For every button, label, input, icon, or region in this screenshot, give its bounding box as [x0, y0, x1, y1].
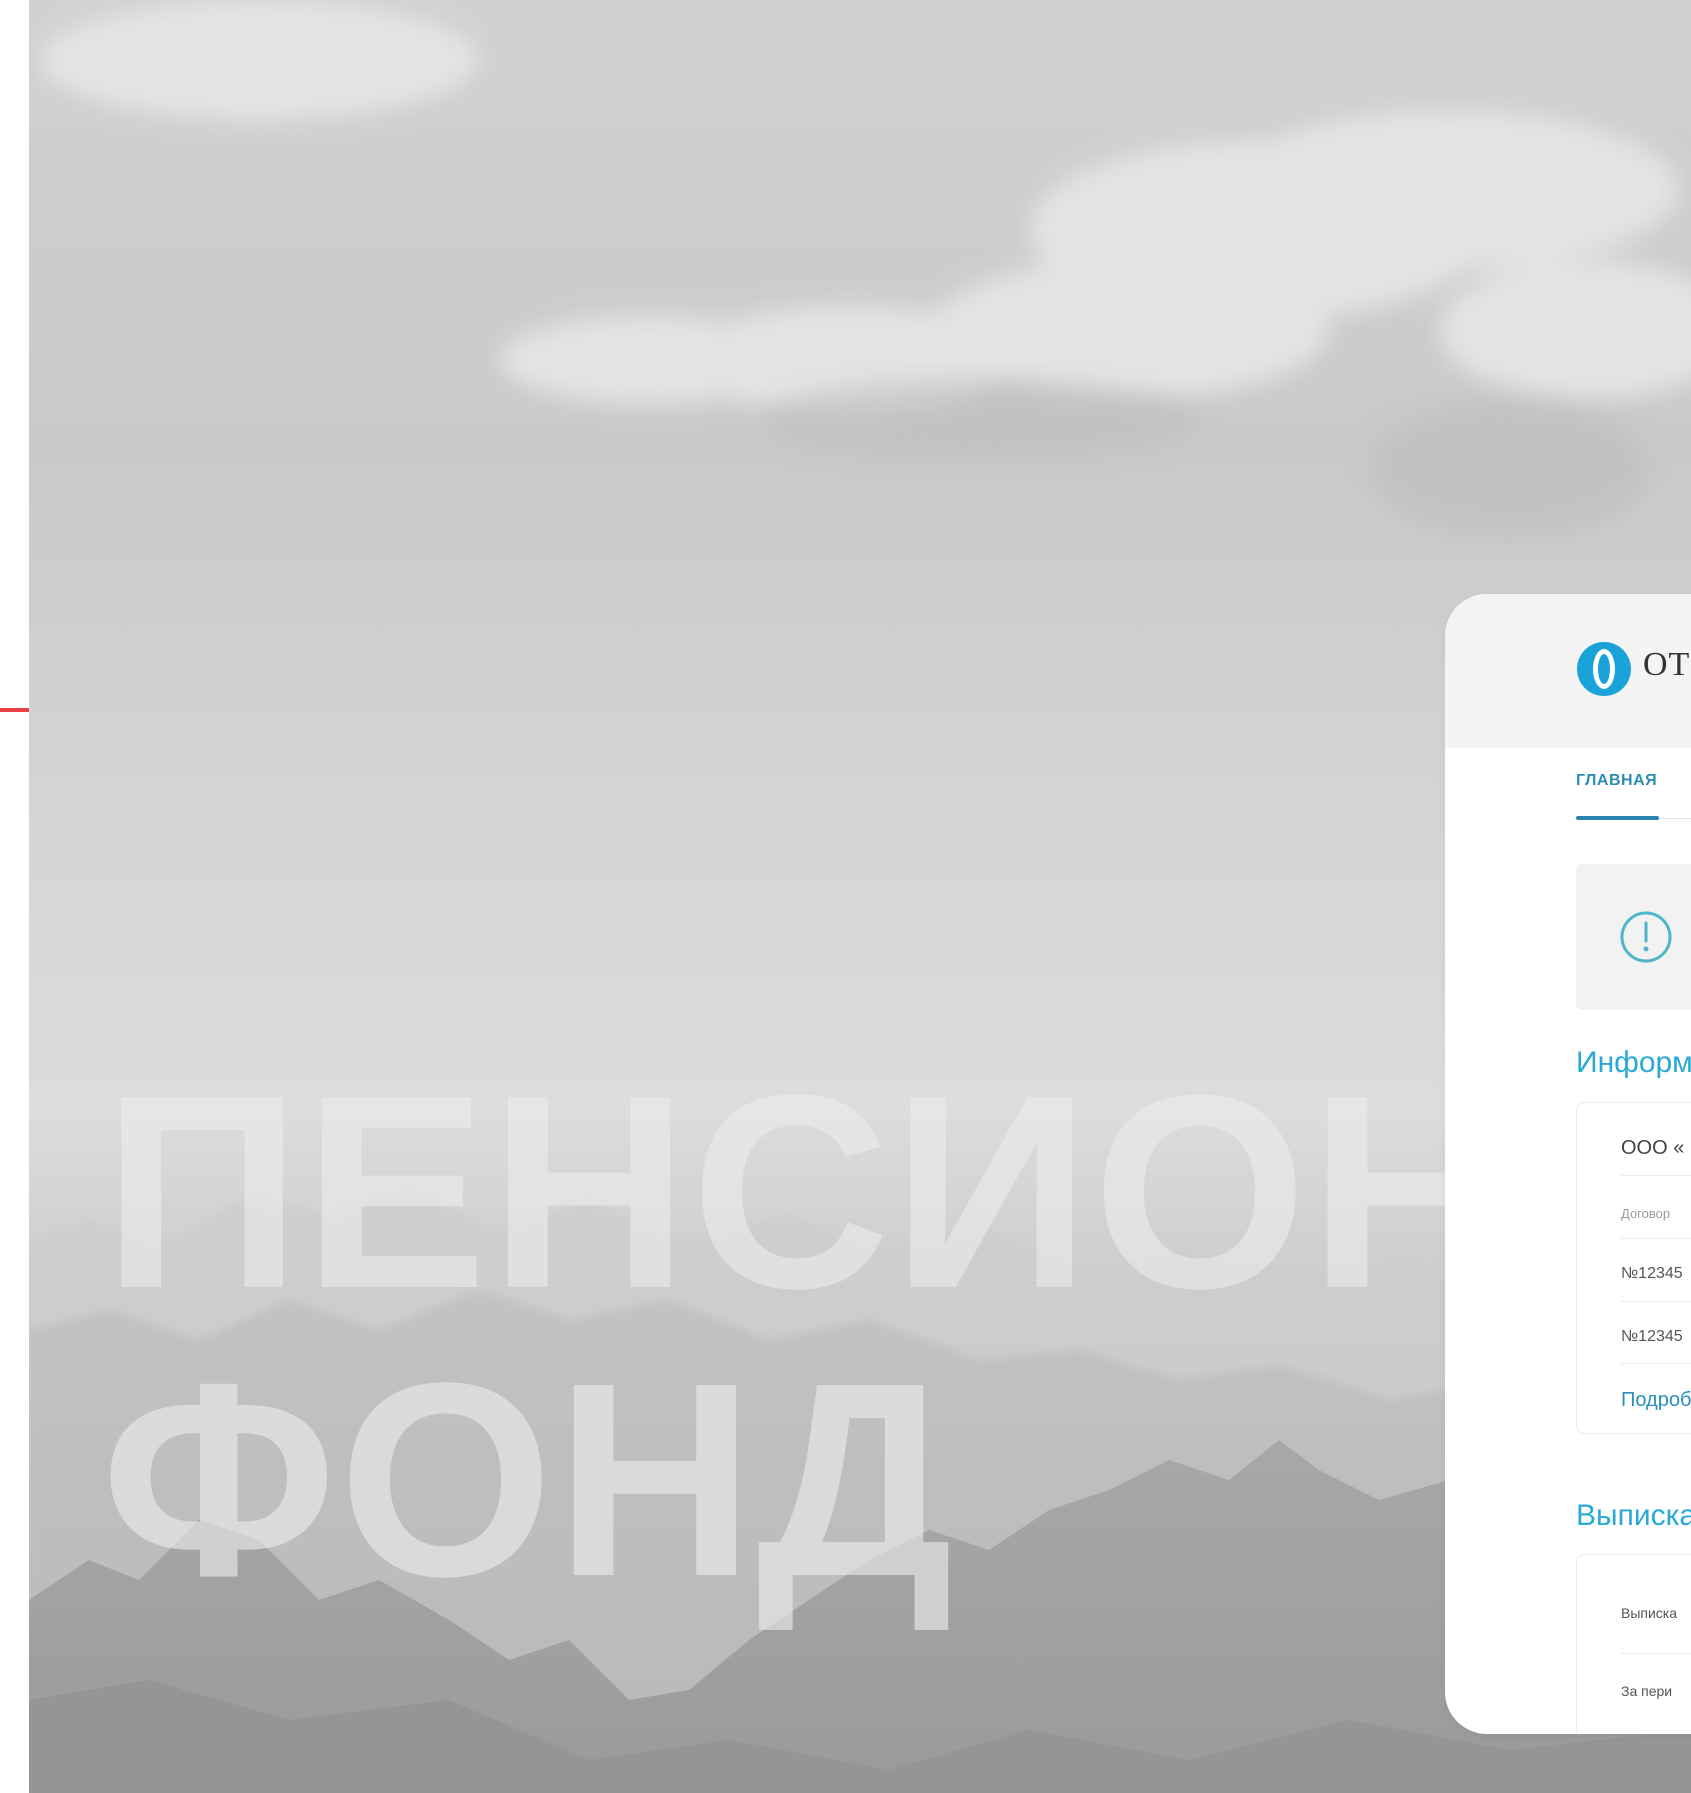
divider: [1621, 1653, 1691, 1654]
tab-active-indicator: [1576, 816, 1659, 820]
alert-banner: [1576, 864, 1691, 1010]
tab-divider: [1659, 818, 1691, 819]
statement-row: За пери: [1621, 1683, 1673, 1699]
divider: [1621, 1175, 1691, 1176]
statement-section-title: Выписка: [1576, 1499, 1691, 1532]
statement-row[interactable]: Выписка: [1621, 1605, 1677, 1621]
divider: [1621, 1363, 1691, 1364]
tab-home[interactable]: ГЛАВНАЯ: [1576, 772, 1657, 790]
details-link[interactable]: Подроб: [1621, 1389, 1691, 1412]
hero-title-line1: ПЕНСИОН: [103, 1038, 1511, 1346]
brand-name: ОТ: [1643, 646, 1691, 683]
left-margin: [0, 0, 29, 1793]
divider: [1621, 1238, 1691, 1239]
company-name: ООО «: [1621, 1137, 1685, 1159]
app-preview-card: ОТ ГЛАВНАЯ Информ ООО « Договор №12345 №…: [1445, 594, 1691, 1734]
statement-panel: Выписка За пери: [1576, 1554, 1691, 1734]
contract-label: Договор: [1621, 1206, 1671, 1221]
divider: [1621, 1301, 1691, 1302]
hero-title-line2: ФОНД: [101, 1326, 956, 1634]
app-header: ОТ: [1445, 594, 1691, 748]
brand-logo-icon: [1577, 642, 1631, 696]
alert-circle-icon: [1620, 911, 1672, 963]
info-panel: ООО « Договор №12345 №12345 Подроб: [1576, 1102, 1691, 1434]
info-section-title: Информ: [1576, 1046, 1691, 1079]
contract-number: №12345: [1621, 1265, 1683, 1282]
contract-number: №12345: [1621, 1328, 1683, 1345]
hero-background: ПЕНСИОН ФОНД: [29, 0, 1691, 1793]
